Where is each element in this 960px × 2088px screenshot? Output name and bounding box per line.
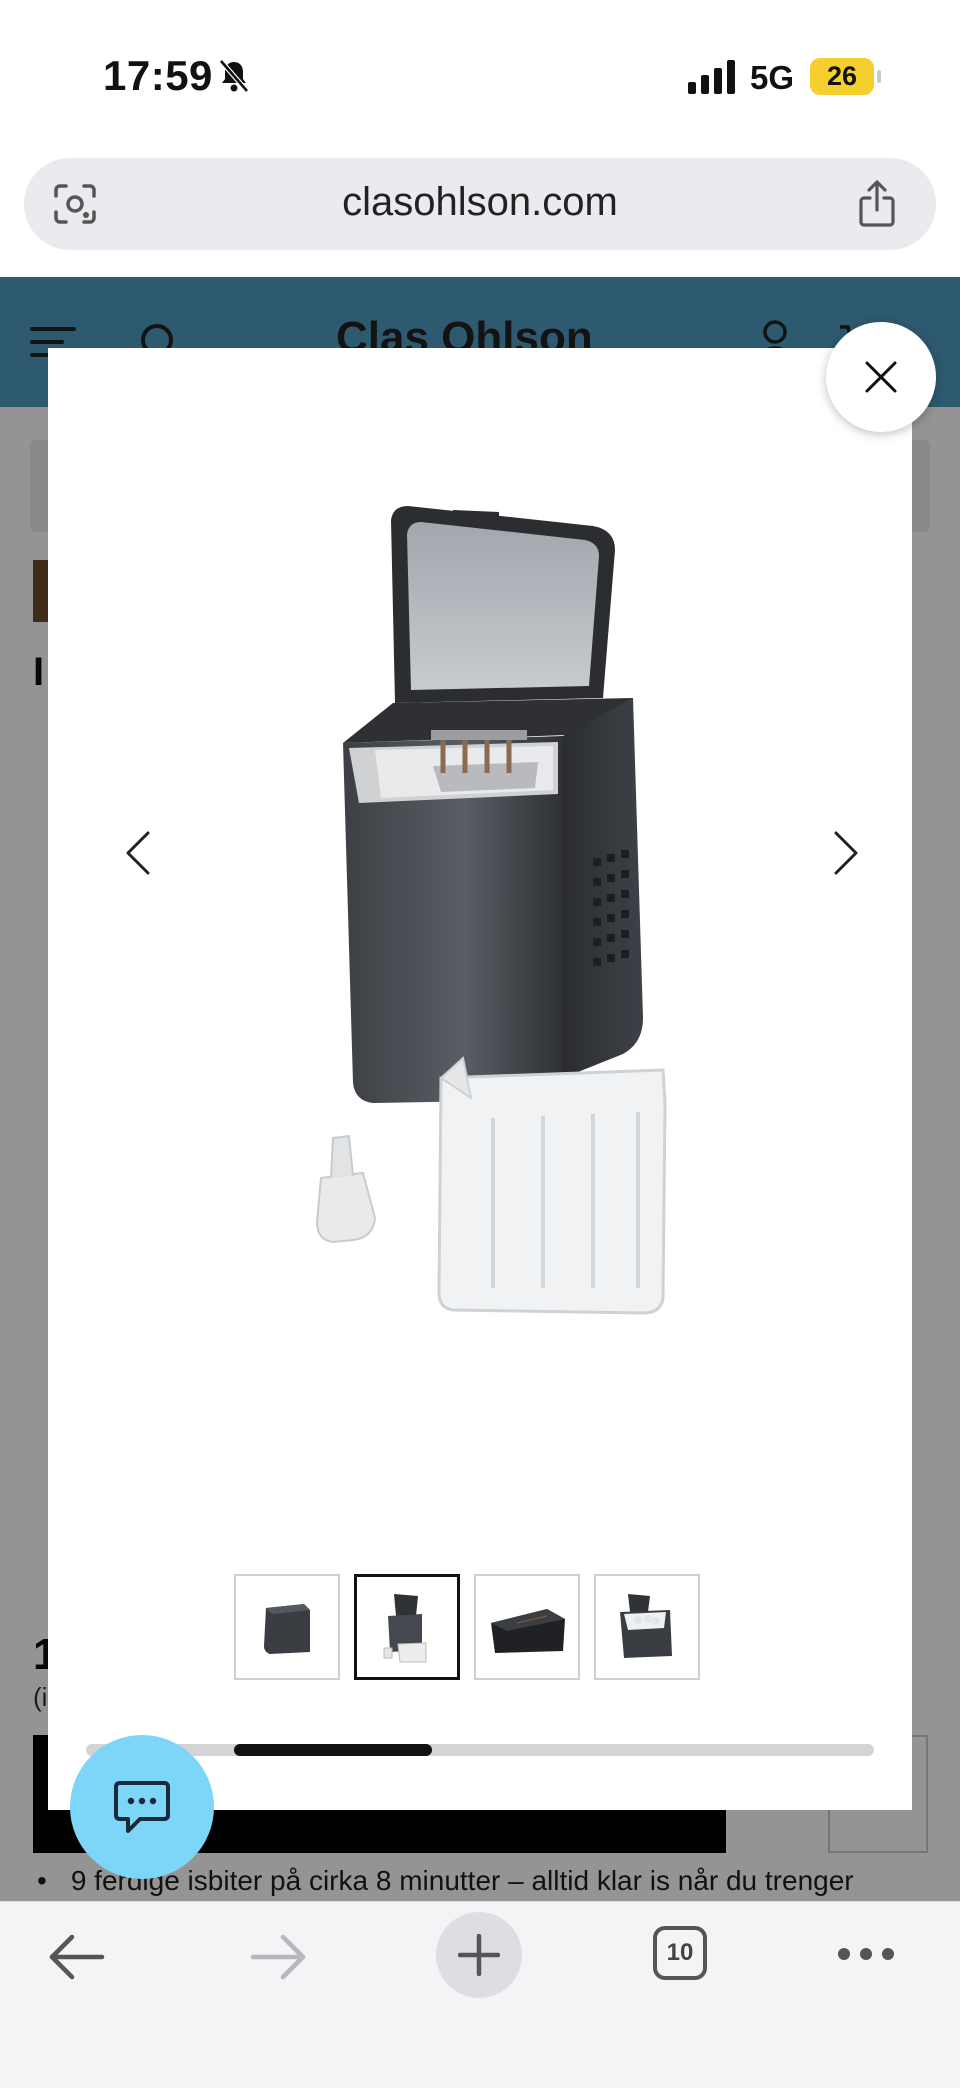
previous-image-button[interactable] (110, 813, 166, 893)
address-bar[interactable]: clasohlson.com (24, 158, 936, 250)
thumbnail-open-with-basket[interactable] (354, 1574, 460, 1680)
status-bar: 17:59 5G 26 (0, 0, 960, 150)
gallery-scrollbar[interactable] (86, 1744, 874, 1756)
product-image-ice-maker (315, 506, 667, 1315)
chat-bubble-icon (114, 1781, 170, 1833)
thumbnail-closed[interactable] (234, 1574, 340, 1680)
silent-bell-icon (219, 59, 249, 93)
back-arrow-icon[interactable] (46, 1932, 108, 1982)
more-options-icon[interactable] (836, 1946, 896, 1962)
gallery-scrollbar-thumb[interactable] (234, 1744, 432, 1756)
browser-toolbar: 10 (0, 1901, 960, 2088)
ice-maker-lid-thumbnail-image (491, 1609, 565, 1653)
close-icon (865, 361, 897, 393)
image-gallery-modal (48, 348, 912, 1810)
thumbnail-strip (234, 1574, 700, 1684)
url-text: clasohlson.com (342, 180, 618, 224)
close-gallery-button[interactable] (826, 322, 936, 432)
ice-maker-with-ice-thumbnail-image (620, 1594, 672, 1658)
thumbnail-with-ice[interactable] (594, 1574, 700, 1680)
share-icon[interactable] (856, 180, 898, 228)
status-time: 17:59 (103, 52, 213, 99)
battery-indicator: 26 (810, 58, 881, 95)
cellular-signal-icon (688, 60, 735, 94)
ice-maker-open-thumbnail-image (383, 1594, 427, 1663)
ice-maker-closed-thumbnail-image (264, 1604, 310, 1654)
new-tab-button[interactable] (436, 1912, 522, 1998)
plus-icon (458, 1934, 500, 1976)
next-image-button[interactable] (818, 813, 874, 893)
tab-switcher-button[interactable]: 10 (653, 1926, 707, 1980)
network-type: 5G (750, 59, 795, 96)
forward-arrow-icon[interactable] (247, 1932, 309, 1982)
chat-button[interactable] (70, 1735, 214, 1879)
thumbnail-top-lid[interactable] (474, 1574, 580, 1680)
